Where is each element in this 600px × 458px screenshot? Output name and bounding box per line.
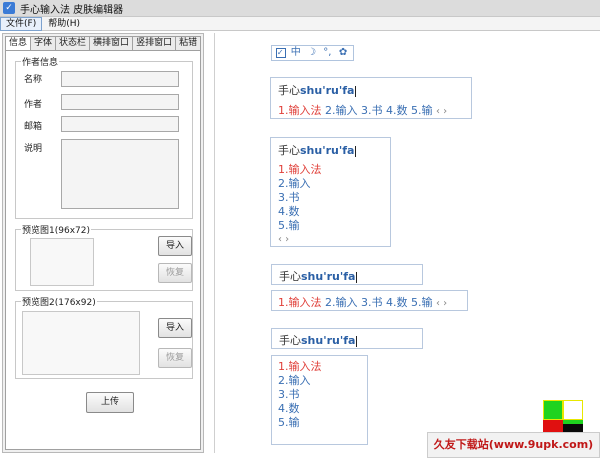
email-field[interactable]: [61, 116, 179, 132]
preview2-group: 预览图2(176x92) 导入 恢复: [15, 295, 193, 379]
author-label: 作者: [24, 100, 43, 110]
candidate-list: 1.输入法 2.输入 3.书 4.数 5.输: [278, 360, 322, 430]
composition-line: 手心shu'ru'fa: [278, 82, 357, 98]
preview1-restore-button[interactable]: 恢复: [158, 263, 192, 283]
tab-horizontal-window[interactable]: 横排窗口: [89, 36, 134, 50]
punctuation-icon: °,: [323, 47, 332, 58]
candidate-1: 1.输入法: [278, 296, 322, 309]
candidate-2: 2.输入: [325, 104, 358, 117]
text-cursor: [356, 335, 358, 347]
composition-line: 手心shu'ru'fa: [279, 332, 358, 348]
candidate-4: 4.数: [386, 296, 408, 309]
candidate-5: 5.输: [411, 296, 433, 309]
composition-window-vertical: 手心shu'ru'fa: [271, 328, 423, 349]
menu-bar: 文件(F) 帮助(H): [0, 16, 600, 31]
name-label: 名称: [24, 75, 43, 85]
skin-preview-pane: ✓ 中 ☽ °, ✿ 手心shu'ru'fa 1.输入法 2.输入 3.书 4.…: [215, 33, 600, 453]
upload-button[interactable]: 上传: [86, 392, 134, 413]
candidate-2: 2.输入: [325, 296, 358, 309]
preview2-restore-button[interactable]: 恢复: [158, 348, 192, 368]
tab-font[interactable]: 字体: [30, 36, 57, 50]
composition-prefix: 手心: [278, 144, 300, 157]
composition-pinyin: shu'ru'fa: [300, 84, 355, 97]
candidate-4: 4.数: [278, 402, 300, 415]
composition-prefix: 手心: [279, 334, 301, 347]
tab-statusbar[interactable]: 状态栏: [55, 36, 91, 50]
candidate-1: 1.输入法: [278, 360, 322, 373]
settings-panel: 信息 字体 状态栏 横排窗口 竖排窗口 粘错 作者信息 名称 作者 邮箱 说明 …: [2, 33, 204, 453]
description-label: 说明: [24, 144, 43, 154]
text-cursor: [355, 85, 357, 97]
candidate-window-horizontal: 1.输入法 2.输入 3.书 4.数 5.输 ‹ ›: [271, 290, 468, 311]
preview2-title: 预览图2(176x92): [21, 295, 97, 308]
menu-help[interactable]: 帮助(H): [42, 18, 86, 30]
checkbox-icon: ✓: [275, 48, 286, 58]
candidate-list: 1.输入法 2.输入 3.书 4.数 5.输 ‹ ›: [278, 163, 322, 247]
candidate-3: 3.书: [278, 388, 300, 401]
text-cursor: [355, 145, 357, 157]
horizontal-candidate-window: 手心shu'ru'fa 1.输入法 2.输入 3.书 4.数 5.输 ‹ ›: [270, 77, 472, 119]
candidate-2: 2.输入: [278, 374, 311, 387]
tab-error[interactable]: 粘错: [175, 36, 202, 50]
composition-line: 手心shu'ru'fa: [278, 142, 357, 158]
page-arrows-icon[interactable]: ‹ ›: [278, 233, 322, 247]
email-label: 邮箱: [24, 122, 43, 132]
preview1-image: [30, 238, 94, 286]
text-cursor: [356, 271, 358, 283]
candidate-3: 3.书: [361, 104, 383, 117]
tab-vertical-window[interactable]: 竖排窗口: [132, 36, 177, 50]
composition-pinyin: shu'ru'fa: [301, 270, 356, 283]
watermark: 久友下载站(www.9upk.com): [427, 432, 600, 458]
candidate-1: 1.输入法: [278, 163, 322, 176]
page-arrows-icon[interactable]: ‹ ›: [436, 106, 447, 117]
candidate-1: 1.输入法: [278, 104, 322, 117]
swatch-green: [543, 400, 563, 420]
moon-icon: ☽: [307, 47, 316, 58]
name-field[interactable]: [61, 71, 179, 87]
preview1-import-button[interactable]: 导入: [158, 236, 192, 256]
author-info-group: 作者信息 名称 作者 邮箱 说明: [15, 55, 193, 219]
candidate-4: 4.数: [386, 104, 408, 117]
title-bar: ✓ 手心输入法 皮肤编辑器: [0, 0, 600, 17]
window-title: 手心输入法 皮肤编辑器: [20, 4, 124, 16]
preview1-group: 预览图1(96x72) 导入 恢复: [15, 223, 193, 291]
swatch-white: [563, 400, 583, 420]
info-tab-panel: 作者信息 名称 作者 邮箱 说明 预览图1(96x72) 导入 恢复 预览图2(…: [5, 50, 201, 450]
tab-bar: 信息 字体 状态栏 横排窗口 竖排窗口 粘错: [5, 36, 202, 51]
candidate-2: 2.输入: [278, 177, 311, 190]
description-field[interactable]: [61, 139, 179, 209]
vertical-candidate-window: 手心shu'ru'fa 1.输入法 2.输入 3.书 4.数 5.输 ‹ ›: [270, 137, 391, 247]
composition-prefix: 手心: [278, 84, 300, 97]
composition-pinyin: shu'ru'fa: [300, 144, 355, 157]
candidate-list: 1.输入法 2.输入 3.书 4.数 5.输 ‹ ›: [278, 102, 447, 118]
status-toolbar: ✓ 中 ☽ °, ✿: [271, 45, 354, 61]
preview1-title: 预览图1(96x72): [21, 223, 91, 236]
candidate-3: 3.书: [361, 296, 383, 309]
gear-icon: ✿: [338, 47, 348, 58]
preview2-import-button[interactable]: 导入: [158, 318, 192, 338]
candidate-5: 5.输: [278, 219, 300, 232]
candidate-4: 4.数: [278, 205, 300, 218]
candidate-5: 5.输: [411, 104, 433, 117]
composition-pinyin: shu'ru'fa: [301, 334, 356, 347]
candidate-5: 5.输: [278, 416, 300, 429]
candidate-list: 1.输入法 2.输入 3.书 4.数 5.输 ‹ ›: [278, 294, 447, 310]
menu-file[interactable]: 文件(F): [0, 16, 43, 31]
chinese-mode-icon: 中: [290, 47, 301, 58]
candidate-window-vertical: 1.输入法 2.输入 3.书 4.数 5.输: [271, 355, 368, 445]
author-info-title: 作者信息: [21, 55, 60, 68]
app-logo-icon: ✓: [3, 2, 15, 14]
tab-info[interactable]: 信息: [5, 36, 32, 51]
composition-window-horizontal: 手心shu'ru'fa: [271, 264, 423, 285]
composition-line: 手心shu'ru'fa: [279, 268, 358, 284]
candidate-3: 3.书: [278, 191, 300, 204]
page-arrows-icon[interactable]: ‹ ›: [436, 298, 447, 309]
composition-prefix: 手心: [279, 270, 301, 283]
preview2-image: [22, 311, 140, 375]
author-field[interactable]: [61, 94, 179, 110]
